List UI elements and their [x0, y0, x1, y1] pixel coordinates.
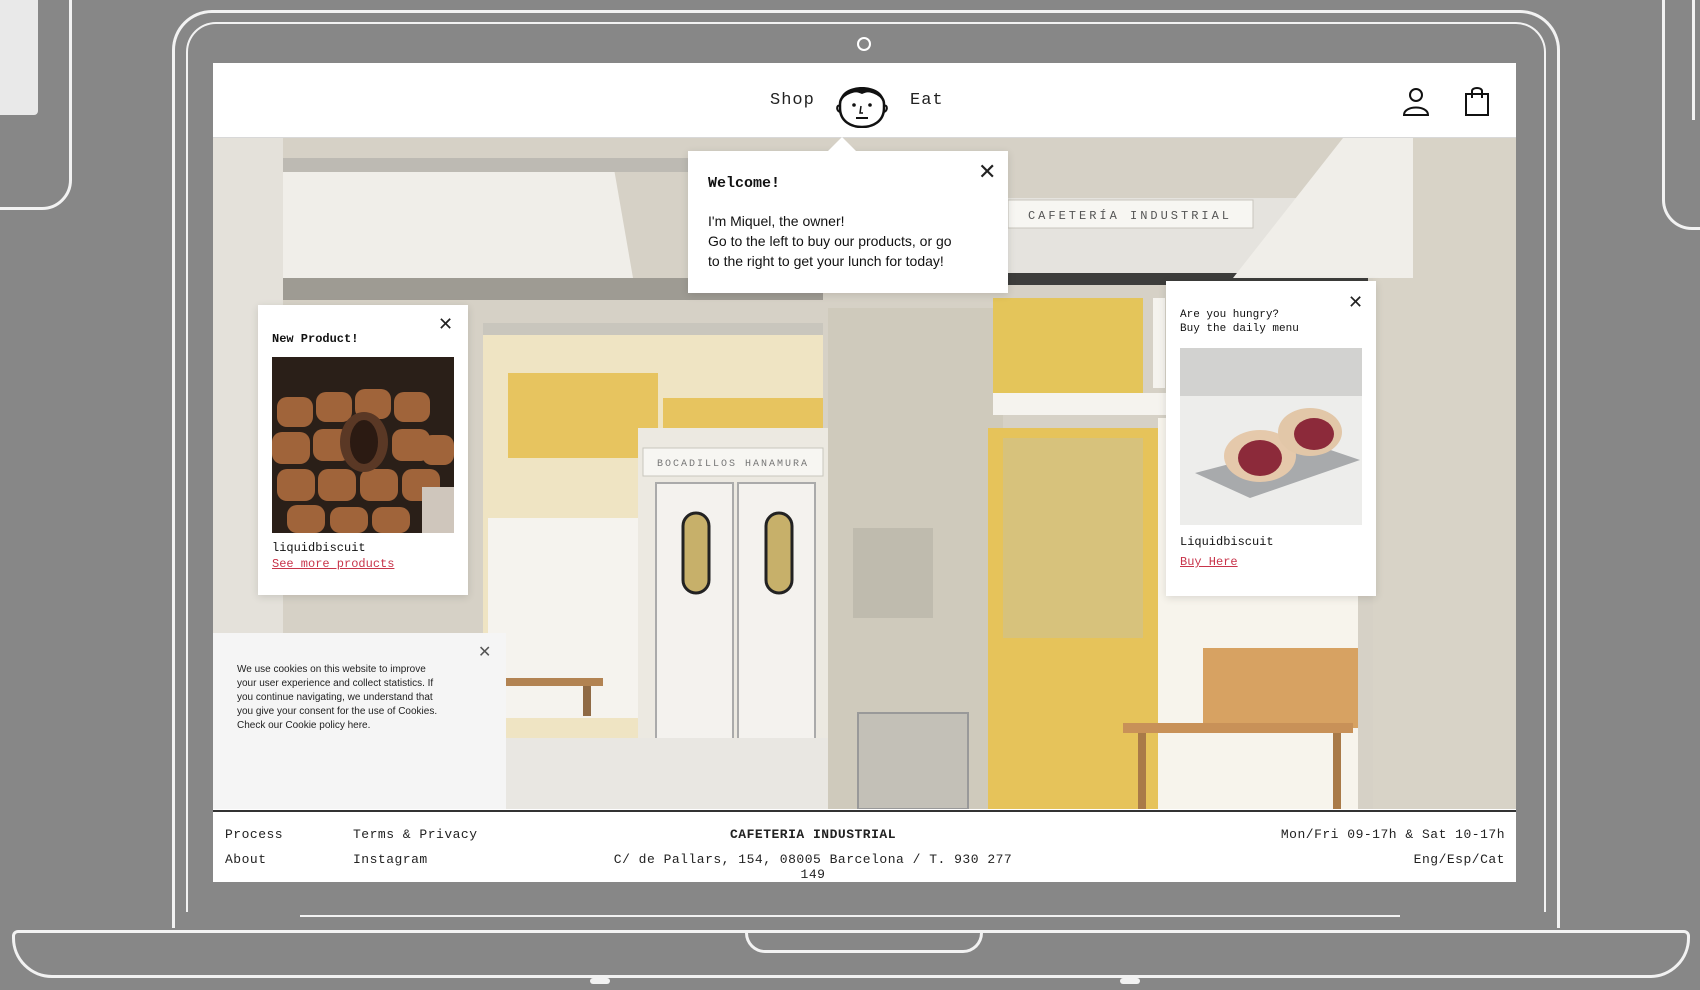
left-device-screen	[0, 0, 38, 115]
cookie-line: We use cookies on this website to improv…	[237, 664, 426, 675]
footer-address: C/ de Pallars, 154, 08005 Barcelona / T.…	[613, 852, 1013, 882]
daily-menu-title-line: Are you hungry?	[1180, 309, 1280, 321]
footer-hours: Mon/Fri 09-17h & Sat 10-17h	[1280, 827, 1505, 842]
menu-image-sandwich	[1180, 348, 1362, 525]
footer-instagram-link[interactable]: Instagram	[353, 852, 428, 867]
footer-process-link[interactable]: Process	[225, 827, 283, 842]
nav-shop-link[interactable]: Shop	[770, 91, 815, 110]
welcome-message: I'm Miquel, the owner! Go to the left to…	[708, 211, 952, 271]
footer-about-link[interactable]: About	[225, 852, 267, 867]
shopping-bag-icon[interactable]	[1461, 85, 1493, 117]
laptop-hinge	[300, 915, 1400, 917]
new-product-popup: ✕ New Product! liquidbiscuit See more pr…	[258, 305, 468, 595]
laptop-foot	[1120, 978, 1140, 984]
nav-eat-link[interactable]: Eat	[910, 91, 944, 110]
laptop-foot	[590, 978, 610, 984]
footer: Process About Terms & Privacy Instagram …	[213, 810, 1516, 882]
menu-item-name: Liquidbiscuit	[1180, 535, 1274, 549]
webcam-icon	[857, 37, 871, 51]
language-selector[interactable]: Eng/Esp/Cat	[1173, 852, 1505, 867]
cookie-line: you give your consent for the use of Coo…	[237, 706, 438, 717]
cookie-policy-link[interactable]: Check our Cookie policy here.	[237, 719, 437, 733]
new-product-title: New Product!	[272, 332, 359, 346]
sign-cafeteria-industrial: CAFETERÍA INDUSTRIAL	[1028, 208, 1232, 223]
footer-brand: CAFETERIA INDUSTRIAL	[729, 827, 897, 842]
sign-bocadillos: BOCADILLOS HANAMURA	[657, 459, 809, 470]
daily-menu-title-line: Buy the daily menu	[1180, 323, 1299, 335]
website-screen: Shop Eat CAFETERÍA INDUSTRIAL BOCADILLOS…	[213, 63, 1516, 882]
right-device-screen-edge	[1692, 0, 1700, 120]
cookie-message: We use cookies on this website to improv…	[237, 663, 437, 733]
footer-terms-link[interactable]: Terms & Privacy	[353, 827, 478, 842]
daily-menu-popup: ✕ Are you hungry? Buy the daily menu Liq…	[1166, 281, 1376, 596]
close-icon[interactable]: ✕	[1348, 293, 1363, 311]
see-more-products-link[interactable]: See more products	[272, 557, 394, 571]
cookie-notice: ✕ We use cookies on this website to impr…	[213, 633, 506, 809]
mascot-logo-icon[interactable]	[834, 78, 890, 128]
laptop-notch	[745, 931, 983, 953]
welcome-title: Welcome!	[708, 175, 781, 192]
close-icon[interactable]: ✕	[978, 161, 996, 183]
welcome-popup: ✕ Welcome! I'm Miquel, the owner! Go to …	[688, 137, 1008, 293]
cookie-line: you continue navigating, we understand t…	[237, 692, 433, 703]
daily-menu-title: Are you hungry? Buy the daily menu	[1180, 308, 1299, 336]
user-icon[interactable]	[1400, 85, 1432, 117]
close-icon[interactable]: ✕	[438, 315, 453, 333]
popup-pointer	[828, 137, 856, 151]
buy-here-link[interactable]: Buy Here	[1180, 555, 1238, 569]
close-icon[interactable]: ✕	[478, 645, 491, 661]
product-image-biscuits	[272, 357, 454, 533]
product-name: liquidbiscuit	[272, 541, 366, 555]
welcome-line: Go to the left to buy our products, or g…	[708, 233, 952, 249]
welcome-line: to the right to get your lunch for today…	[708, 253, 944, 269]
top-nav: Shop Eat	[213, 63, 1516, 138]
welcome-line: I'm Miquel, the owner!	[708, 213, 845, 229]
cookie-line: your user experience and collect statist…	[237, 678, 434, 689]
